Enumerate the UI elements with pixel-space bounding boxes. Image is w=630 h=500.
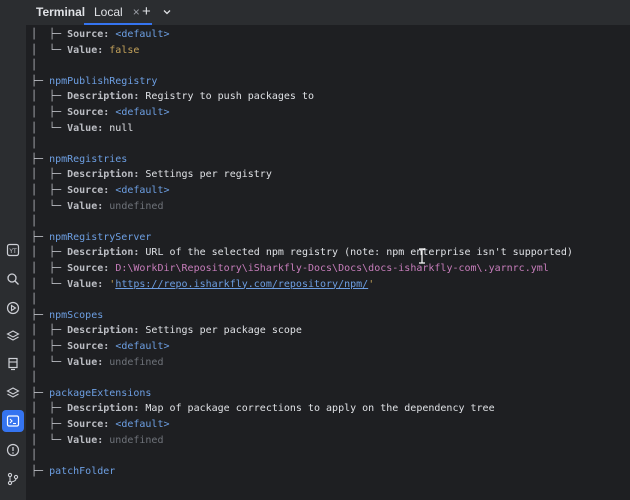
- output-line: │ └─ Value: undefined: [31, 356, 164, 368]
- output-line: ├─ npmPublishRegistry: [31, 75, 158, 87]
- output-line: ├─ npmRegistryServer: [31, 231, 152, 243]
- run-icon[interactable]: [2, 297, 24, 319]
- output-line: │: [31, 138, 38, 150]
- output-line: │ ├─ Description: URL of the selected np…: [31, 247, 573, 259]
- output-line: │ └─ Value: undefined: [31, 434, 164, 446]
- output-line: │ ├─ Description: Registry to push packa…: [31, 91, 314, 103]
- search-icon[interactable]: [2, 268, 24, 290]
- chevron-down-icon[interactable]: [162, 6, 172, 20]
- output-line: │ ├─ Source: D:\WorkDir\Repository\iShar…: [31, 263, 549, 274]
- output-line: │: [31, 60, 38, 72]
- close-icon[interactable]: ×: [133, 5, 140, 19]
- output-line: │: [31, 294, 38, 306]
- registry-url-link[interactable]: https://repo.isharkfly.com/repository/np…: [115, 279, 368, 290]
- output-line: │ └─ Value: undefined: [31, 200, 164, 212]
- add-tab-icon[interactable]: +: [142, 3, 151, 20]
- tab-local-label: Local: [94, 4, 123, 19]
- output-line: │ ├─ Description: Settings per registry: [31, 169, 272, 181]
- output-line: ├─ patchFolder: [31, 465, 116, 477]
- output-line: │: [31, 450, 38, 462]
- output-line: │ ├─ Description: Map of package correct…: [31, 403, 495, 415]
- output-line: │ ├─ Source: <default>: [31, 341, 170, 352]
- terminal-icon[interactable]: [2, 410, 24, 432]
- output-line: ├─ packageExtensions: [31, 387, 152, 399]
- yaml-icon[interactable]: YT: [2, 239, 24, 261]
- git-icon[interactable]: [2, 468, 24, 490]
- tool-window-title: Terminal: [36, 5, 86, 19]
- output-line: │ └─ Value: null: [31, 122, 134, 134]
- output-line: │: [31, 216, 38, 228]
- output-line: ├─ npmRegistries: [31, 153, 128, 165]
- terminal-output[interactable]: │ ├─ Source: <default> │ └─ Value: false…: [27, 26, 630, 500]
- problems-icon[interactable]: [2, 439, 24, 461]
- terminal-tab-bar: Terminal Local × +: [26, 0, 630, 26]
- tool-window-sidebar: YT: [0, 0, 27, 500]
- svg-text:YT: YT: [8, 248, 17, 255]
- output-line: │ ├─ Description: Settings per package s…: [31, 325, 302, 337]
- services-icon[interactable]: [2, 382, 24, 404]
- output-line: │ └─ Value: false: [31, 44, 140, 56]
- output-line: │ ├─ Source: <default>: [31, 107, 170, 118]
- output-line: │ ├─ Source: <default>: [31, 185, 170, 196]
- output-line: │ ├─ Source: <default>: [31, 29, 170, 40]
- output-line: │ ├─ Source: <default>: [31, 419, 170, 430]
- text-cursor-icon: [417, 248, 427, 264]
- output-line: │: [31, 372, 38, 384]
- output-line: ├─ npmScopes: [31, 309, 104, 321]
- layers-icon[interactable]: [2, 325, 24, 347]
- output-line: │ └─ Value: 'https://repo.isharkfly.com/…: [31, 278, 375, 290]
- todo-icon[interactable]: [2, 353, 24, 375]
